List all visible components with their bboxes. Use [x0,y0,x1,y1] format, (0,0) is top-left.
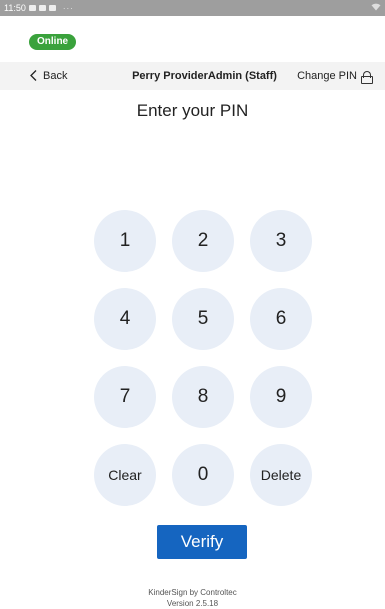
app-credit: KinderSign by Controltec [148,588,237,597]
key-5[interactable]: 5 [172,288,234,350]
app-footer: KinderSign by Controltec Version 2.5.18 [0,587,385,609]
online-badge: Online [29,34,77,50]
wifi-icon [371,3,381,13]
key-9[interactable]: 9 [250,366,312,428]
clear-button[interactable]: Clear [94,444,156,506]
back-button[interactable]: Back [0,70,67,82]
key-3[interactable]: 3 [250,210,312,272]
change-pin-button[interactable]: Change PIN [297,70,385,84]
image-notification-icon [28,5,36,11]
back-label: Back [43,70,68,82]
chevron-left-icon [30,70,37,82]
top-bar: Back Perry ProviderAdmin (Staff) Change … [0,62,385,90]
more-notifications: ··· [62,3,74,13]
verify-button[interactable]: Verify [157,525,247,559]
status-bar: 11:50 ··· [0,0,385,16]
delete-button[interactable]: Delete [250,444,312,506]
lock-icon [361,70,373,84]
key-2[interactable]: 2 [172,210,234,272]
key-4[interactable]: 4 [94,288,156,350]
page-title: Enter your PIN [136,101,249,120]
key-6[interactable]: 6 [250,288,312,350]
change-pin-label: Change PIN [297,70,357,82]
status-time: 11:50 [4,3,26,13]
key-8[interactable]: 8 [172,366,234,428]
app-notification-icon [48,5,56,11]
key-1[interactable]: 1 [94,210,156,272]
key-0[interactable]: 0 [172,444,234,506]
cloud-notification-icon [38,5,46,11]
key-7[interactable]: 7 [94,366,156,428]
pin-keypad: 1 2 3 4 5 6 7 8 9 Clear 0 Delete [94,210,312,506]
app-version: Version 2.5.18 [166,599,219,608]
connection-indicator: Online [29,31,77,50]
